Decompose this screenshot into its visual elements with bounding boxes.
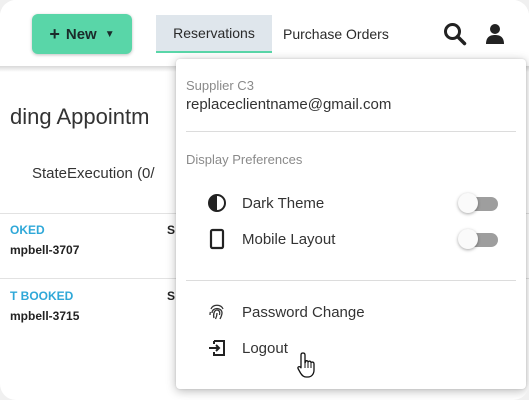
top-navigation-bar: + New ▼ Reservations Purchase Orders (0, 0, 529, 66)
menu-divider (186, 280, 516, 281)
password-change-label: Password Change (242, 303, 365, 321)
user-dropdown-menu: Supplier C3 replaceclientname@gmail.com … (176, 59, 526, 389)
row-name: mpbell-3715 (10, 309, 80, 323)
caret-down-icon: ▼ (104, 28, 115, 40)
fingerprint-icon (206, 301, 228, 323)
plus-icon: + (49, 24, 60, 44)
search-icon (444, 23, 467, 46)
mobile-layout-label: Mobile Layout (242, 230, 336, 248)
logout-label: Logout (242, 339, 288, 357)
dark-theme-label: Dark Theme (242, 194, 325, 212)
user-email: replaceclientname@gmail.com (186, 96, 392, 113)
display-preferences-heading: Display Preferences (186, 152, 303, 167)
password-change-item[interactable]: Password Change (206, 299, 486, 325)
row-name: mpbell-3707 (10, 243, 80, 257)
tab-reservations[interactable]: Reservations (156, 15, 272, 53)
row-status: T BOOKED (10, 289, 74, 303)
app-window: + New ▼ Reservations Purchase Orders din… (0, 0, 529, 400)
toggle-knob (458, 193, 478, 213)
column-header-state-execution[interactable]: StateExecution (0/ (32, 165, 155, 182)
user-icon (486, 24, 504, 44)
row-cell: S (167, 223, 176, 237)
logout-icon (206, 337, 228, 359)
page-title: ding Appointm (10, 104, 150, 129)
row-cell: S (167, 289, 176, 303)
phone-icon (206, 228, 228, 250)
dark-theme-toggle[interactable] (458, 193, 498, 213)
tab-purchase-orders[interactable]: Purchase Orders (283, 15, 389, 53)
new-button-label: New (65, 25, 97, 43)
mobile-layout-toggle[interactable] (458, 229, 498, 249)
toggle-knob (458, 229, 478, 249)
search-button[interactable] (442, 21, 468, 47)
row-status: OKED (10, 223, 45, 237)
new-button[interactable]: + New ▼ (32, 14, 132, 54)
user-menu-button[interactable] (482, 21, 508, 47)
supplier-name: Supplier C3 (186, 78, 254, 93)
menu-divider (186, 131, 516, 132)
hand-pointer-cursor-icon (297, 352, 315, 378)
logout-item[interactable]: Logout (206, 335, 486, 361)
contrast-icon (206, 192, 228, 214)
